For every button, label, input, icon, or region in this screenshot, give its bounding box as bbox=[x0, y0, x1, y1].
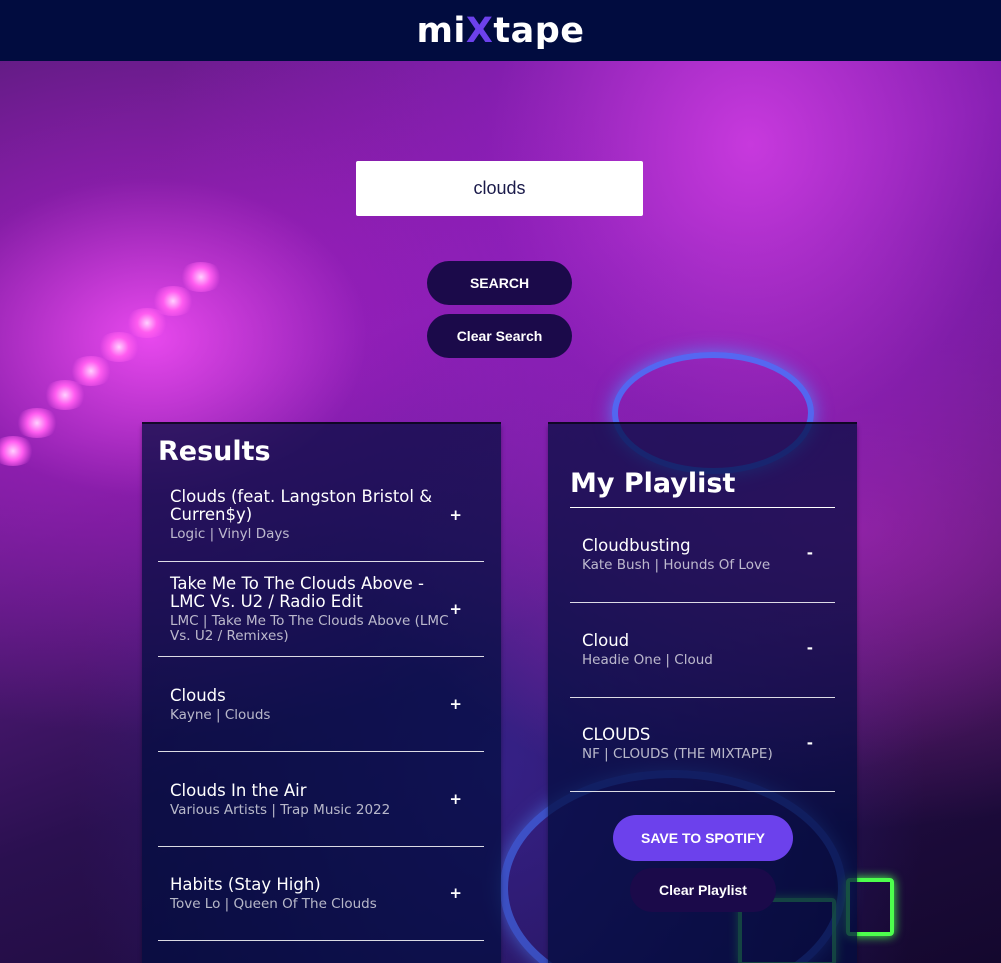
playlist-track-row: CLOUDS NF | CLOUDS (THE MIXTAPE) - bbox=[570, 698, 835, 792]
track-name: Take Me To The Clouds Above - LMC Vs. U2… bbox=[170, 574, 424, 611]
playlist-panel: My Playlist Cloudbusting Kate Bush | Hou… bbox=[548, 422, 857, 963]
add-track-button[interactable]: + bbox=[449, 884, 462, 902]
track-info: Headie One | Cloud bbox=[582, 652, 713, 668]
remove-track-button[interactable]: - bbox=[807, 639, 813, 657]
app-logo: miXtape bbox=[416, 11, 584, 51]
result-track-row: Habits (Stay High) Tove Lo | Queen Of Th… bbox=[158, 847, 484, 941]
track-info: Tove Lo | Queen Of The Clouds bbox=[170, 896, 377, 912]
track-name: Habits (Stay High) bbox=[170, 875, 321, 894]
result-track-row: Clouds In the Air Various Artists | Trap… bbox=[158, 752, 484, 847]
save-to-spotify-button[interactable]: SAVE TO SPOTIFY bbox=[613, 815, 793, 861]
result-track-row: Clouds Kayne | Clouds + bbox=[158, 657, 484, 752]
search-button[interactable]: SEARCH bbox=[427, 261, 572, 305]
results-title: Results bbox=[158, 436, 271, 467]
track-name: Clouds bbox=[170, 686, 226, 705]
remove-track-button[interactable]: - bbox=[807, 544, 813, 562]
result-track-row: Clouds (feat. Langston Bristol & Curren$… bbox=[158, 482, 484, 562]
track-name: Clouds (feat. Langston Bristol & Curren$… bbox=[170, 487, 433, 524]
track-name: Cloud bbox=[582, 631, 630, 650]
track-name: Clouds In the Air bbox=[170, 781, 307, 800]
playlist-title: My Playlist bbox=[570, 468, 736, 499]
track-name: Cloudbusting bbox=[582, 536, 691, 555]
add-track-button[interactable]: + bbox=[449, 790, 462, 808]
result-track-row: Take Me To The Clouds Above - LMC Vs. U2… bbox=[158, 562, 484, 657]
add-track-button[interactable]: + bbox=[449, 695, 462, 713]
app-header: miXtape bbox=[0, 0, 1001, 61]
clear-playlist-button[interactable]: Clear Playlist bbox=[630, 868, 776, 912]
playlist-track-row: Cloudbusting Kate Bush | Hounds Of Love … bbox=[570, 508, 835, 603]
track-info: Kate Bush | Hounds Of Love bbox=[582, 557, 771, 573]
logo-suffix: tape bbox=[493, 10, 585, 51]
app-root: miXtape SEARCH Clear Search Results Clou… bbox=[0, 0, 1001, 963]
track-info: Logic | Vinyl Days bbox=[170, 526, 290, 542]
track-info: NF | CLOUDS (THE MIXTAPE) bbox=[582, 746, 773, 762]
logo-prefix: mi bbox=[416, 10, 466, 51]
remove-track-button[interactable]: - bbox=[807, 734, 813, 752]
track-info: Various Artists | Trap Music 2022 bbox=[170, 802, 391, 818]
clear-search-button[interactable]: Clear Search bbox=[427, 314, 572, 358]
track-name: CLOUDS bbox=[582, 725, 651, 744]
search-input[interactable] bbox=[356, 161, 643, 216]
add-track-button[interactable]: + bbox=[449, 600, 462, 618]
track-info: Kayne | Clouds bbox=[170, 707, 271, 723]
add-track-button[interactable]: + bbox=[449, 506, 462, 524]
results-panel: Results Clouds (feat. Langston Bristol &… bbox=[142, 422, 501, 963]
track-info: LMC | Take Me To The Clouds Above (LMC V… bbox=[170, 613, 449, 644]
playlist-track-row: Cloud Headie One | Cloud - bbox=[570, 603, 835, 698]
logo-x: X bbox=[465, 10, 494, 51]
